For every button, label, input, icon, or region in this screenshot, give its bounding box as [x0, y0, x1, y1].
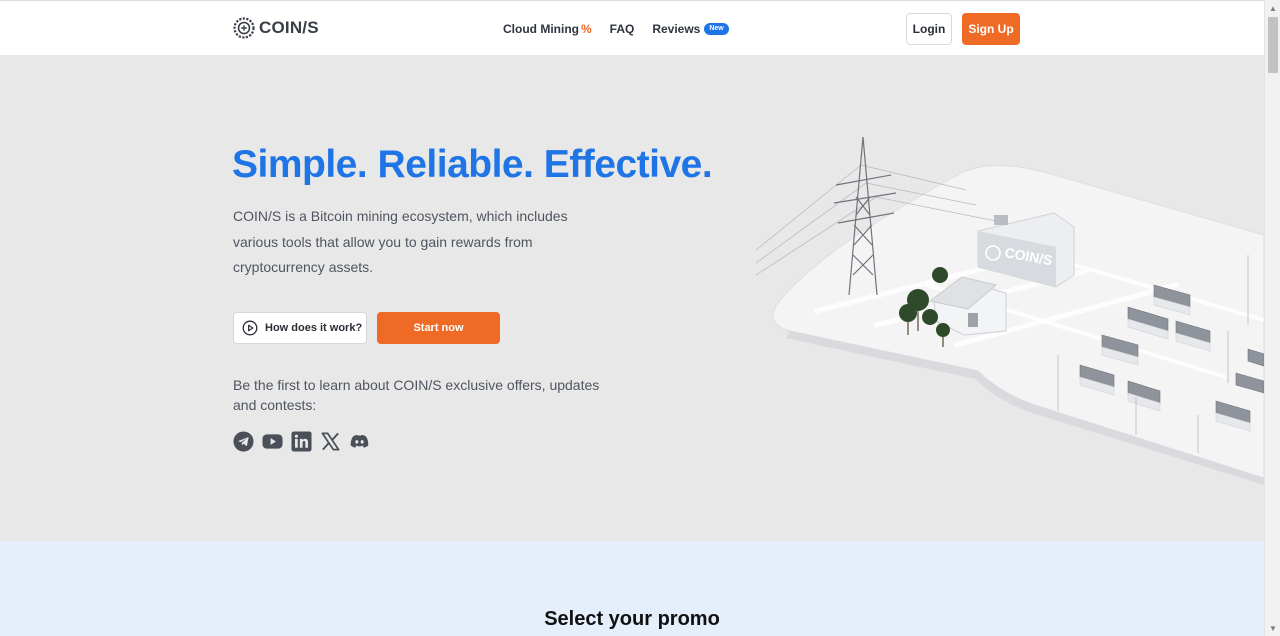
promo-title: Select your promo: [544, 608, 720, 630]
nav-reviews-label: Reviews: [652, 22, 701, 36]
youtube-icon[interactable]: [262, 431, 283, 452]
login-button[interactable]: Login: [906, 13, 952, 45]
subscribe-text: Be the first to learn about COIN/S exclu…: [233, 377, 600, 413]
nav-faq[interactable]: FAQ: [610, 22, 635, 36]
scrollbar-thumb[interactable]: [1268, 17, 1278, 73]
logo-text: COIN/S: [259, 18, 319, 37]
signup-button[interactable]: Sign Up: [962, 13, 1020, 45]
nav-cloud-mining[interactable]: Cloud Mining %: [503, 22, 592, 36]
vertical-scrollbar[interactable]: ▲ ▼: [1264, 0, 1280, 636]
social-links: [233, 431, 370, 452]
scroll-down-arrow-icon[interactable]: ▼: [1265, 620, 1280, 636]
telegram-icon[interactable]: [233, 431, 254, 452]
logo-icon: [233, 17, 255, 39]
hero-section: Simple. Reliable. Effective. COIN/S is a…: [0, 55, 1264, 541]
percent-icon: %: [580, 22, 592, 36]
x-icon[interactable]: [320, 431, 341, 452]
discord-icon[interactable]: [349, 431, 370, 452]
hero-description: COIN/S is a Bitcoin mining ecosystem, wh…: [233, 208, 568, 275]
site-header: COIN/S Cloud Mining % FAQ Reviews New Lo…: [0, 0, 1264, 55]
nav-faq-label: FAQ: [609, 22, 635, 36]
hero-title: Simple. Reliable. Effective.: [232, 143, 713, 186]
promo-section: Select your promo: [0, 541, 1264, 636]
scroll-up-arrow-icon[interactable]: ▲: [1265, 0, 1280, 16]
nav-reviews[interactable]: Reviews New: [652, 22, 729, 36]
logo[interactable]: COIN/S: [233, 17, 319, 39]
new-badge: New: [704, 23, 729, 35]
nav-cloud-mining-label: Cloud Mining: [503, 22, 579, 36]
start-now-button[interactable]: Start now: [377, 312, 500, 344]
main-nav: Cloud Mining % FAQ Reviews New: [503, 22, 729, 36]
play-circle-icon: [242, 320, 258, 336]
mining-farm-illustration: COIN/S: [756, 136, 1264, 485]
how-it-works-label: How does it work?: [265, 322, 363, 334]
how-it-works-button[interactable]: How does it work?: [233, 312, 367, 344]
linkedin-icon[interactable]: [291, 431, 312, 452]
